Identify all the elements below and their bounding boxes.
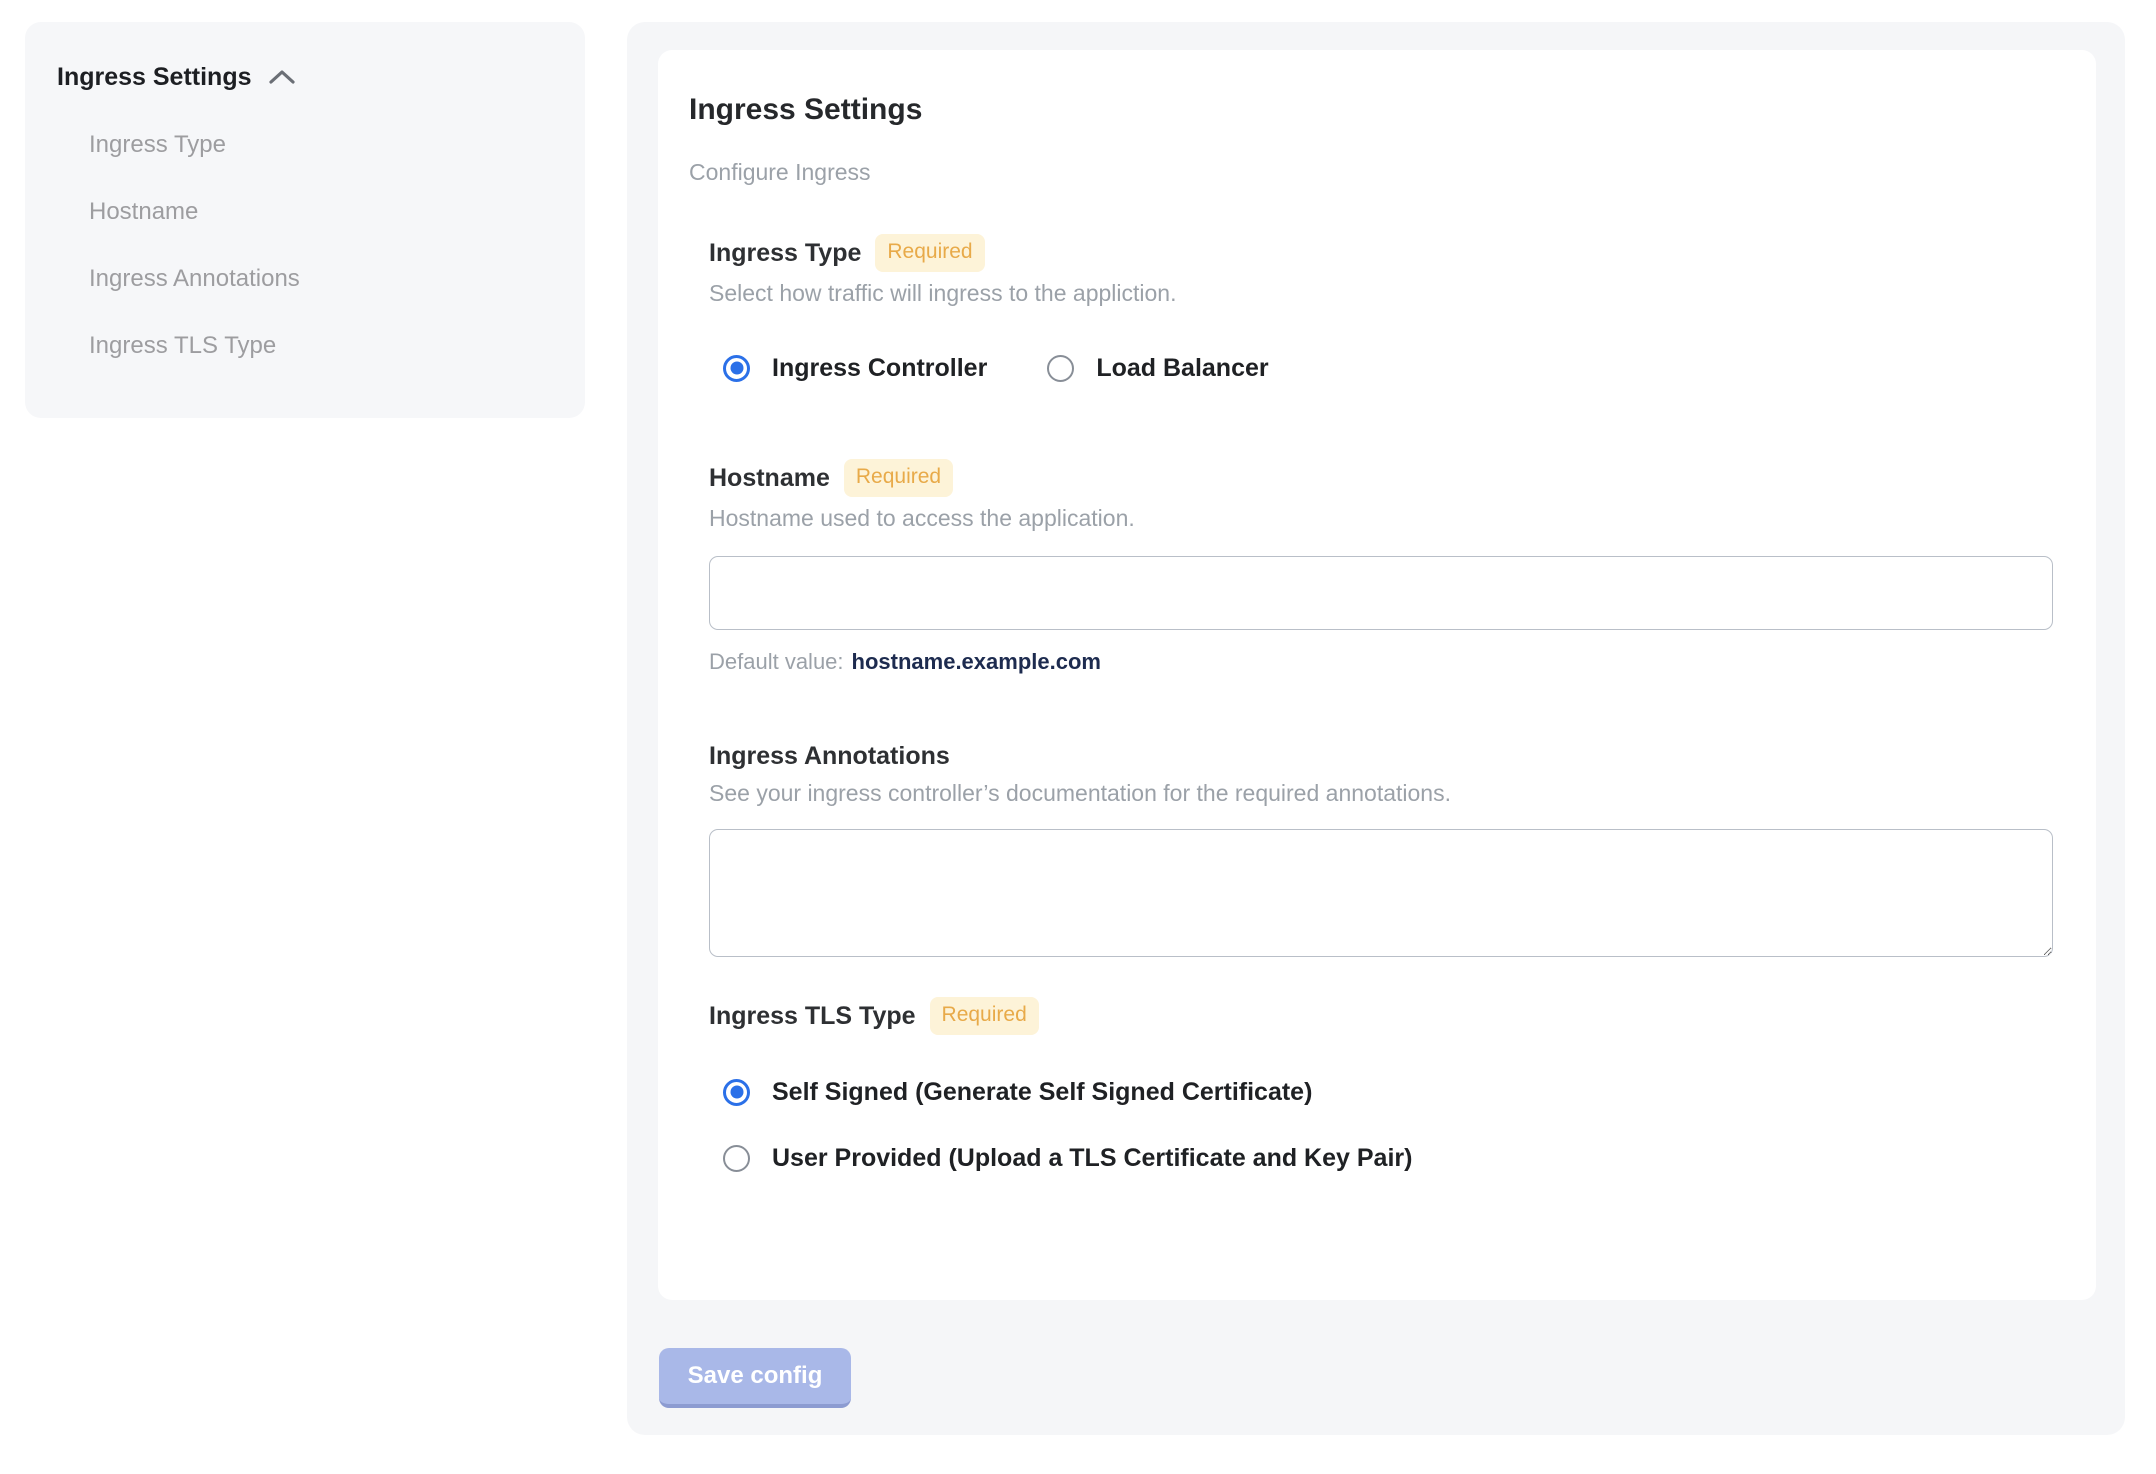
hostname-help: Hostname used to access the application. (709, 505, 1135, 531)
required-badge: Required (843, 459, 954, 497)
radio-unselected-icon[interactable] (1047, 354, 1075, 382)
ingress-annotations-group: Ingress Annotations See your ingress con… (709, 740, 2053, 957)
radio-self-signed-label: Self Signed (Generate Self Signed Certif… (772, 1078, 1313, 1106)
hostname-group: Hostname Required Hostname used to acces… (709, 459, 2053, 676)
ingress-tls-type-group: Ingress TLS Type Required Self Signed (G… (709, 997, 2053, 1173)
radio-load-balancer[interactable]: Load Balancer (1047, 353, 1269, 383)
radio-selected-icon[interactable] (723, 1078, 750, 1106)
ingress-settings-card: Ingress Settings Configure Ingress Ingre… (658, 50, 2096, 1300)
sidebar-item-ingress-type[interactable]: Ingress Type (89, 130, 553, 160)
sidebar-item-list: Ingress Type Hostname Ingress Annotation… (89, 130, 553, 361)
hostname-input[interactable] (709, 556, 2053, 630)
sidebar-item-ingress-tls-type[interactable]: Ingress TLS Type (89, 331, 553, 361)
ingress-type-label: Ingress Type (709, 239, 862, 267)
radio-self-signed[interactable]: Self Signed (Generate Self Signed Certif… (723, 1077, 2053, 1107)
sidebar-item-hostname[interactable]: Hostname (89, 197, 553, 227)
page-subtitle: Configure Ingress (689, 159, 871, 185)
radio-user-provided-label: User Provided (Upload a TLS Certificate … (772, 1144, 1413, 1172)
required-badge: Required (929, 997, 1039, 1035)
radio-ingress-controller-label: Ingress Controller (772, 354, 988, 382)
required-badge: Required (875, 234, 985, 272)
hostname-default-line: Default value: hostname.example.com (709, 648, 2053, 676)
default-value-text: hostname.example.com (851, 649, 1101, 674)
sidebar-section-header[interactable]: Ingress Settings (57, 62, 553, 92)
radio-ingress-controller[interactable]: Ingress Controller (723, 353, 987, 383)
page-title: Ingress Settings (689, 93, 923, 126)
hostname-label: Hostname (709, 464, 830, 492)
ingress-type-help: Select how traffic will ingress to the a… (709, 280, 1177, 306)
settings-panel: Ingress Settings Configure Ingress Ingre… (627, 22, 2125, 1435)
chevron-up-icon (268, 68, 296, 86)
ingress-type-group: Ingress Type Required Select how traffic… (709, 234, 2053, 383)
radio-user-provided[interactable]: User Provided (Upload a TLS Certificate … (723, 1143, 2053, 1173)
ingress-annotations-textarea[interactable] (709, 829, 2053, 957)
sidebar-section-title: Ingress Settings (57, 63, 252, 91)
radio-selected-icon[interactable] (723, 354, 750, 382)
radio-load-balancer-label: Load Balancer (1096, 354, 1269, 382)
ingress-annotations-label: Ingress Annotations (709, 742, 950, 770)
default-value-label: Default value: (709, 649, 844, 674)
ingress-tls-type-label: Ingress TLS Type (709, 1002, 916, 1030)
sidebar-item-ingress-annotations[interactable]: Ingress Annotations (89, 264, 553, 294)
save-config-button[interactable]: Save config (659, 1348, 851, 1408)
radio-unselected-icon[interactable] (723, 1144, 750, 1172)
ingress-annotations-help: See your ingress controller’s documentat… (709, 780, 1451, 806)
settings-sidebar: Ingress Settings Ingress Type Hostname I… (25, 22, 585, 418)
